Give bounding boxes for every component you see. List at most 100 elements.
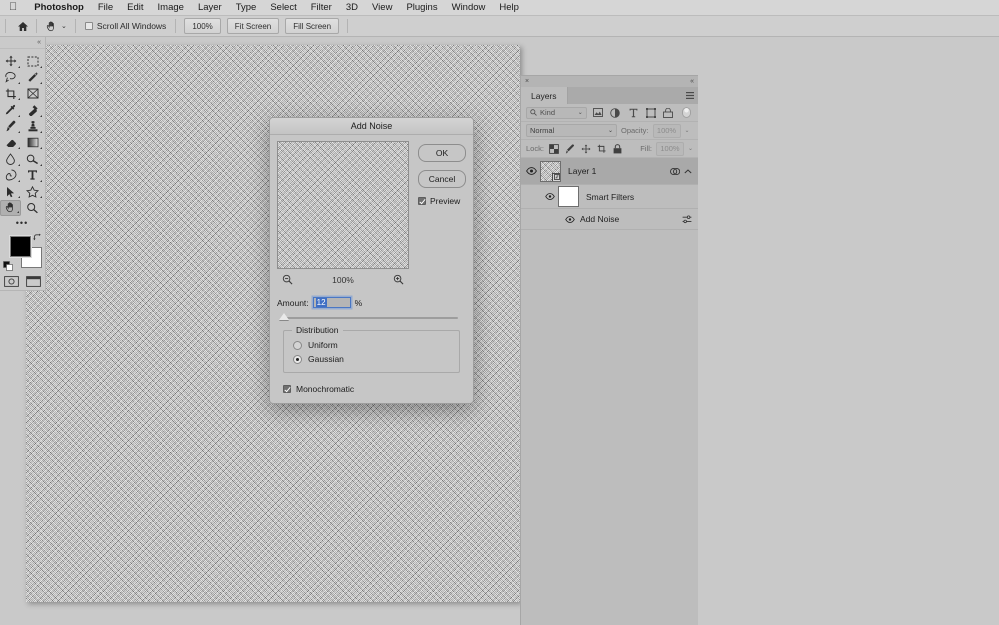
menu-item-edit[interactable]: Edit — [120, 0, 150, 15]
screen-mode-icon[interactable] — [26, 276, 42, 288]
uniform-radio[interactable] — [293, 340, 302, 350]
foreground-color-swatch[interactable] — [10, 235, 31, 257]
ok-button[interactable]: OK — [418, 144, 466, 162]
eraser-tool[interactable] — [0, 134, 21, 150]
filter-smartobject-icon[interactable] — [662, 106, 676, 119]
lock-image-pixels-icon[interactable] — [564, 143, 576, 155]
menu-item-file[interactable]: File — [91, 0, 120, 15]
layer-visibility-icon[interactable] — [525, 167, 538, 175]
lock-all-icon[interactable] — [612, 143, 624, 155]
clone-stamp-tool[interactable] — [22, 118, 43, 134]
menu-item-photoshop[interactable]: Photoshop — [27, 0, 91, 15]
tab-layers[interactable]: Layers — [521, 87, 568, 104]
magic-wand-tool[interactable] — [22, 69, 43, 85]
menu-item-filter[interactable]: Filter — [304, 0, 339, 15]
crop-tool[interactable] — [0, 86, 21, 102]
blur-tool[interactable] — [0, 151, 21, 167]
spot-healing-brush-tool[interactable] — [22, 102, 43, 118]
menu-item-3d[interactable]: 3D — [339, 0, 365, 15]
chevron-down-icon[interactable]: ⌄ — [608, 127, 613, 134]
dodge-tool[interactable] — [22, 151, 43, 167]
filter-adjustment-icon[interactable] — [609, 106, 623, 119]
noise-preview-thumbnail[interactable] — [277, 141, 409, 269]
monochromatic-checkbox[interactable]: Monochromatic — [283, 384, 466, 394]
type-tool[interactable] — [22, 167, 43, 183]
close-icon[interactable]: × — [525, 78, 529, 85]
filter-shape-icon[interactable] — [644, 106, 658, 119]
menu-item-layer[interactable]: Layer — [191, 0, 229, 15]
blending-options-icon[interactable] — [682, 215, 692, 224]
apple-menu-icon[interactable]:  — [9, 2, 17, 13]
opacity-caret-icon[interactable]: ⌄ — [685, 127, 690, 134]
amount-slider[interactable] — [279, 313, 458, 320]
layer-thumbnail[interactable] — [540, 160, 561, 182]
filter-type-icon[interactable] — [626, 106, 640, 119]
distribution-option-gaussian[interactable]: Gaussian — [284, 352, 459, 366]
home-icon[interactable] — [15, 18, 31, 34]
chevron-down-icon[interactable]: ⌄ — [578, 109, 583, 116]
swap-colors-icon[interactable] — [33, 233, 42, 242]
blend-mode-select[interactable]: Normal ⌄ — [526, 124, 617, 137]
brush-tool[interactable] — [0, 118, 21, 134]
cancel-button[interactable]: Cancel — [418, 170, 466, 188]
lasso-tool[interactable] — [0, 69, 21, 85]
hand-tool[interactable] — [0, 199, 21, 216]
zoom-tool[interactable] — [22, 200, 43, 216]
layer-row-smart-filters[interactable]: Smart Filters — [521, 185, 698, 209]
add-noise-dialog[interactable]: Add Noise OK Cancel Preview 100% Amount:… — [269, 117, 474, 404]
layer-row-layer-1[interactable]: Layer 1 — [521, 158, 698, 185]
scroll-all-windows-checkbox[interactable]: Scroll All Windows — [84, 21, 166, 31]
layer-row-add-noise[interactable]: Add Noise — [521, 209, 698, 230]
collapse-panels-icon[interactable]: « — [690, 78, 694, 85]
smart-filters-visibility-icon[interactable] — [543, 193, 556, 200]
preview-checkbox[interactable]: Preview — [418, 196, 468, 206]
rectangular-marquee-tool[interactable] — [22, 53, 43, 69]
layer-filter-kind-select[interactable]: Kind ⌄ — [526, 106, 587, 119]
menu-item-image[interactable]: Image — [151, 0, 191, 15]
preview-checkbox-box[interactable] — [418, 197, 426, 205]
add-noise-visibility-icon[interactable] — [563, 215, 576, 223]
menu-item-view[interactable]: View — [365, 0, 399, 15]
collapse-chevron-icon[interactable] — [684, 168, 692, 174]
opacity-input[interactable]: 100% — [652, 123, 681, 138]
menu-item-help[interactable]: Help — [492, 0, 526, 15]
lock-artboard-icon[interactable] — [596, 143, 608, 155]
menu-item-window[interactable]: Window — [445, 0, 493, 15]
fill-input[interactable]: 100% — [655, 141, 684, 156]
amount-slider-thumb[interactable] — [279, 313, 289, 320]
gradient-tool[interactable] — [22, 134, 43, 150]
default-colors-icon[interactable] — [3, 261, 13, 271]
smart-filter-icon[interactable] — [670, 167, 680, 176]
path-selection-tool[interactable] — [0, 183, 21, 199]
monochromatic-checkbox-box[interactable] — [283, 385, 291, 393]
menu-item-type[interactable]: Type — [229, 0, 264, 15]
frame-tool[interactable] — [22, 86, 43, 102]
zoom-in-icon[interactable] — [393, 274, 404, 285]
pen-tool[interactable] — [0, 167, 21, 183]
amount-input[interactable]: 12 — [312, 297, 351, 308]
zoom-100-button[interactable]: 100% — [184, 18, 221, 34]
toolbar-collapse-button[interactable]: « — [0, 37, 45, 49]
smart-filter-mask-thumbnail[interactable] — [558, 186, 579, 207]
hand-tool-icon[interactable] — [42, 18, 60, 34]
menu-item-select[interactable]: Select — [263, 0, 303, 15]
toolbar-collapse-icon[interactable]: « — [37, 39, 41, 46]
distribution-option-uniform[interactable]: Uniform — [284, 338, 459, 352]
eyedropper-tool[interactable] — [0, 102, 21, 118]
dialog-title-bar[interactable]: Add Noise — [270, 118, 473, 135]
scroll-all-windows-box[interactable] — [84, 22, 93, 30]
filter-toggle-icon[interactable] — [679, 106, 693, 119]
menu-item-plugins[interactable]: Plugins — [399, 0, 444, 15]
quick-mask-icon[interactable] — [3, 276, 19, 288]
move-tool[interactable] — [0, 53, 21, 69]
panel-menu-icon[interactable] — [686, 92, 694, 99]
filter-pixel-icon[interactable] — [591, 106, 605, 119]
lock-transparent-pixels-icon[interactable] — [548, 143, 560, 155]
fill-screen-button[interactable]: Fill Screen — [285, 18, 340, 34]
lock-position-icon[interactable] — [580, 143, 592, 155]
fill-caret-icon[interactable]: ⌄ — [688, 145, 693, 152]
edit-toolbar-icon[interactable]: ••• — [16, 218, 28, 228]
shape-tool[interactable] — [22, 183, 43, 199]
edit-toolbar-button[interactable]: ••• — [0, 216, 44, 231]
tool-preset-caret-icon[interactable]: ⌄ — [61, 22, 67, 30]
